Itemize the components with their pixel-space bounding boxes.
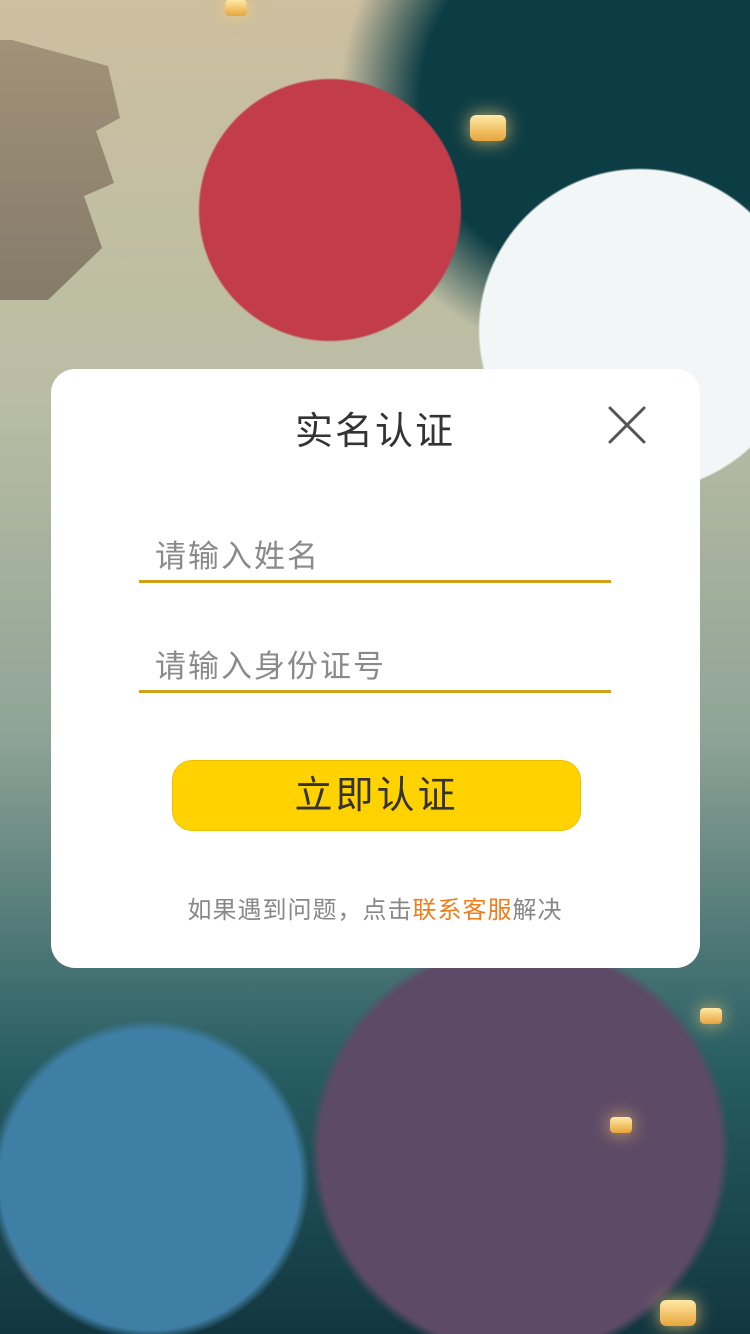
help-suffix-text: 解决: [512, 896, 563, 924]
name-input[interactable]: [139, 533, 611, 583]
close-icon: [608, 406, 646, 444]
help-hint: 如果遇到问题，点击联系客服解决: [0, 890, 750, 925]
help-prefix-text: 如果遇到问题，点击: [187, 896, 413, 924]
verify-now-button[interactable]: 立即认证: [172, 760, 581, 831]
close-button[interactable]: [605, 403, 649, 447]
id-number-input[interactable]: [139, 643, 611, 693]
game-background-screen: 实名认证 立即认证 如果遇到问题，点击联系客服解决: [0, 0, 750, 1334]
contact-support-link[interactable]: 联系客服: [413, 896, 513, 924]
